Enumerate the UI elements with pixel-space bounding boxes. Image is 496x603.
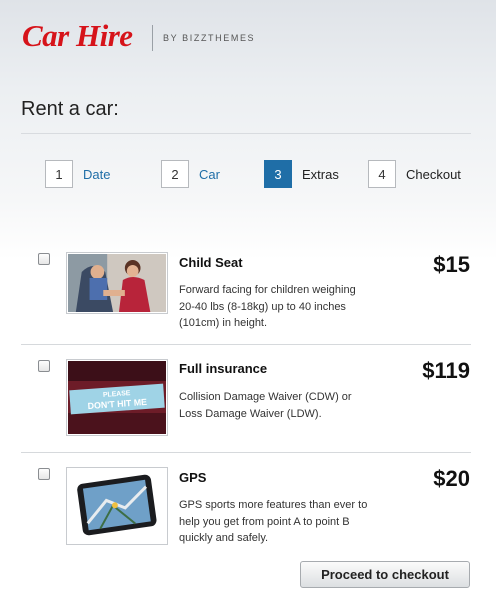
title-divider <box>21 133 471 134</box>
checkout-steps: 1 Date 2 Car 3 Extras 4 Checkout <box>0 160 496 188</box>
item-divider <box>21 344 471 345</box>
step-label-extras: Extras <box>302 166 339 182</box>
gps-name: GPS <box>179 470 207 485</box>
step-checkout: 4 Checkout <box>368 160 461 188</box>
step-date[interactable]: 1 Date <box>45 160 110 188</box>
gps-price: $20 <box>433 466 470 491</box>
gps-device-photo <box>68 469 166 543</box>
step-number-active: 3 <box>264 160 292 188</box>
child-seat-name: Child Seat <box>179 255 243 270</box>
step-label-date[interactable]: Date <box>83 167 110 182</box>
insurance-image: PLEASE DON'T HIT ME <box>66 359 168 436</box>
insurance-checkbox[interactable] <box>38 360 50 372</box>
step-label-checkout: Checkout <box>406 166 461 182</box>
insurance-price: $119 <box>422 358 470 383</box>
logo-divider <box>152 25 153 51</box>
child-seat-image <box>66 252 168 314</box>
theme-byline: BY BIZZTHEMES <box>163 33 256 43</box>
insurance-photo: PLEASE DON'T HIT ME <box>68 361 166 434</box>
child-seat-checkbox[interactable] <box>38 253 50 265</box>
gps-image <box>66 467 168 545</box>
item-divider <box>21 452 471 453</box>
site-header: Car Hire BY BIZZTHEMES <box>0 0 496 80</box>
step-extras: 3 Extras <box>264 160 339 188</box>
child-seat-price: $15 <box>433 252 470 277</box>
gps-description: GPS sports more features than ever to he… <box>179 499 368 544</box>
insurance-name: Full insurance <box>179 361 268 376</box>
insurance-description: Collision Damage Waiver (CDW) or Loss Da… <box>179 391 352 420</box>
step-number: 2 <box>161 160 189 188</box>
child-seat-photo <box>68 254 166 312</box>
step-car[interactable]: 2 Car <box>161 160 220 188</box>
step-number: 1 <box>45 160 73 188</box>
step-number: 4 <box>368 160 396 188</box>
proceed-to-checkout-button[interactable]: Proceed to checkout <box>300 561 470 588</box>
site-logo[interactable]: Car Hire <box>22 18 133 54</box>
child-seat-description: Forward facing for children weighing 20-… <box>179 284 356 329</box>
step-label-car[interactable]: Car <box>199 167 220 182</box>
gps-checkbox[interactable] <box>38 468 50 480</box>
page-title: Rent a car: <box>21 98 119 120</box>
